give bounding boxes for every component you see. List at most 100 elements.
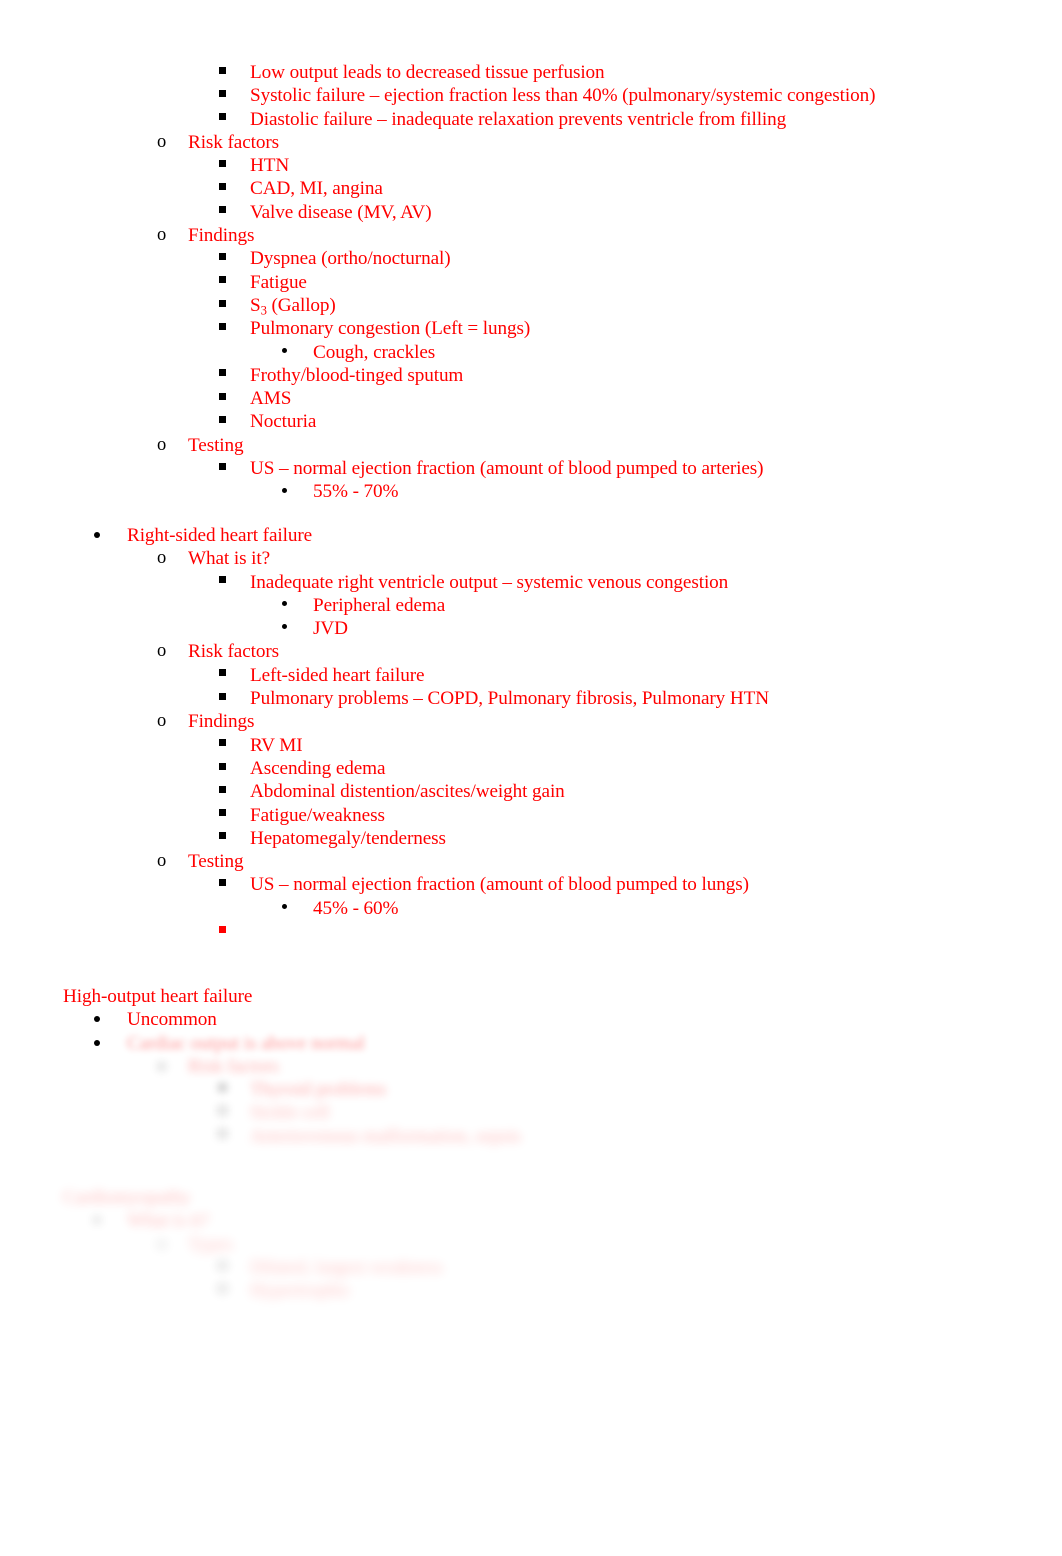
circle-hollow-bullet-icon: o [157, 548, 167, 569]
outline-item-redacted: Dilated, largest weakness [0, 1256, 1062, 1279]
outline-item: HTN [0, 154, 1062, 177]
square-bullet-icon [219, 294, 226, 317]
redacted-text: Cardiomyopathy [63, 1187, 191, 1208]
disc-bullet-icon [282, 594, 287, 617]
outline-item: CAD, MI, angina [0, 177, 1062, 200]
outline-item: Systolic failure – ejection fraction les… [0, 84, 1062, 107]
redacted-text: Types [188, 1233, 234, 1255]
outline-item-label: CAD, MI, angina [250, 178, 383, 200]
outline-item-label: Findings [188, 225, 255, 247]
outline-item: 45% - 60% [0, 897, 1062, 920]
square-bullet-icon [219, 84, 226, 107]
outline-item: Fatigue/weakness [0, 804, 1062, 827]
disc-bullet-icon [94, 1209, 100, 1232]
outline-item-empty [0, 920, 1062, 943]
outline-item-redacted: Arteriovenous malformation, sepsis [0, 1125, 1062, 1148]
square-bullet-icon [219, 1101, 226, 1124]
square-bullet-icon [219, 387, 226, 410]
outline-item: Low output leads to decreased tissue per… [0, 61, 1062, 84]
outline-item: Left-sided heart failure [0, 664, 1062, 687]
square-bullet-icon [219, 827, 226, 850]
s3-base: S [250, 294, 261, 316]
disc-bullet-icon [94, 524, 100, 547]
square-bullet-icon [219, 687, 226, 710]
outline-item-label: Frothy/blood-tinged sputum [250, 364, 464, 386]
outline-item-redacted: o Risk factors [0, 1055, 1062, 1078]
outline-item: Nocturia [0, 410, 1062, 433]
square-bullet-icon [219, 734, 226, 757]
disc-bullet-icon [282, 480, 287, 503]
square-bullet-icon [219, 457, 226, 480]
outline-item-redacted: Thyroid problems [0, 1078, 1062, 1101]
redacted-text: Arteriovenous malformation, sepsis [250, 1125, 522, 1147]
square-bullet-icon [219, 247, 226, 270]
outline-item: o Risk factors [0, 131, 1062, 154]
square-bullet-icon [219, 61, 226, 84]
section-heading: High-output heart failure [0, 985, 1062, 1008]
redacted-text: Dilated, largest weakness [250, 1256, 443, 1278]
outline-item-label: JVD [313, 618, 348, 640]
outline-item-label: Inadequate right ventricle output – syst… [250, 571, 729, 593]
outline-item-label: Risk factors [188, 131, 279, 153]
square-bullet-icon [219, 154, 226, 177]
outline-item-label: Nocturia [250, 411, 317, 433]
square-bullet-red-icon [219, 920, 226, 943]
outline-item: o What is it? [0, 547, 1062, 570]
outline-item: S3 (Gallop) [0, 294, 1062, 318]
outline-item-label: Low output leads to decreased tissue per… [250, 62, 605, 83]
outline-item-label: What is it? [188, 548, 271, 570]
square-bullet-icon [219, 1078, 226, 1101]
outline-item-redacted: Sickle cell [0, 1101, 1062, 1124]
outline-item-label: Testing [188, 434, 244, 456]
outline-item: US – normal ejection fraction (amount of… [0, 873, 1062, 896]
disc-bullet-icon [94, 1008, 100, 1031]
square-bullet-icon [219, 1279, 226, 1302]
outline-item-redacted: o Types [0, 1233, 1062, 1256]
outline-item-label: RV MI [250, 734, 303, 756]
outline-item-label: Ascending edema [250, 757, 386, 779]
square-bullet-icon [219, 271, 226, 294]
outline-item-label: Fatigue/weakness [250, 804, 385, 826]
outline-item-label: HTN [250, 155, 290, 177]
section-heading-label: High-output heart failure [63, 986, 253, 1007]
outline-item-label: US – normal ejection fraction (amount of… [250, 458, 764, 480]
outline-item: Right-sided heart failure [0, 524, 1062, 547]
outline-item: Hepatomegaly/tenderness [0, 827, 1062, 850]
outline-item-label: Risk factors [188, 641, 279, 663]
redacted-text: Risk factors [188, 1055, 279, 1077]
outline-item-label: Left-sided heart failure [250, 664, 425, 686]
outline-item-redacted: Hypertrophic [0, 1279, 1062, 1302]
circle-hollow-bullet-icon: o [157, 1233, 167, 1254]
outline-item: o Findings [0, 710, 1062, 733]
outline-item-label: Pulmonary problems – COPD, Pulmonary fib… [250, 688, 769, 710]
s3-suffix: (Gallop) [266, 294, 336, 316]
circle-hollow-bullet-icon: o [157, 851, 167, 872]
redacted-text: Thyroid problems [250, 1079, 387, 1101]
outline-item: o Findings [0, 224, 1062, 247]
square-bullet-icon [219, 108, 226, 131]
outline-item-label: Systolic failure – ejection fraction les… [250, 85, 876, 107]
outline-item: JVD [0, 617, 1062, 640]
square-bullet-icon [219, 571, 226, 594]
square-bullet-icon [219, 664, 226, 687]
outline-item-redacted: What is it? [0, 1209, 1062, 1232]
outline-item-redacted: Cardiac output is above normal [0, 1032, 1062, 1055]
redacted-text: Hypertrophic [250, 1280, 352, 1302]
circle-hollow-bullet-icon: o [157, 711, 167, 732]
circle-hollow-bullet-icon: o [157, 131, 167, 152]
outline-item-label: Findings [188, 711, 255, 733]
outline-item: Uncommon [0, 1008, 1062, 1031]
outline-item: Ascending edema [0, 757, 1062, 780]
circle-hollow-bullet-icon: o [157, 434, 167, 455]
square-bullet-icon [219, 780, 226, 803]
outline-item: Abdominal distention/ascites/weight gain [0, 780, 1062, 803]
outline-item-label: US – normal ejection fraction (amount of… [250, 874, 749, 896]
redacted-text: Cardiac output is above normal [127, 1032, 365, 1054]
section-right-sided-heart-failure: Right-sided heart failure o What is it? … [0, 524, 1062, 943]
square-bullet-icon [219, 1125, 226, 1148]
outline-item: Pulmonary congestion (Left = lungs) [0, 317, 1062, 340]
outline-item: Cough, crackles [0, 341, 1062, 364]
square-bullet-icon [219, 804, 226, 827]
outline-item: Inadequate right ventricle output – syst… [0, 571, 1062, 594]
square-bullet-icon [219, 873, 226, 896]
